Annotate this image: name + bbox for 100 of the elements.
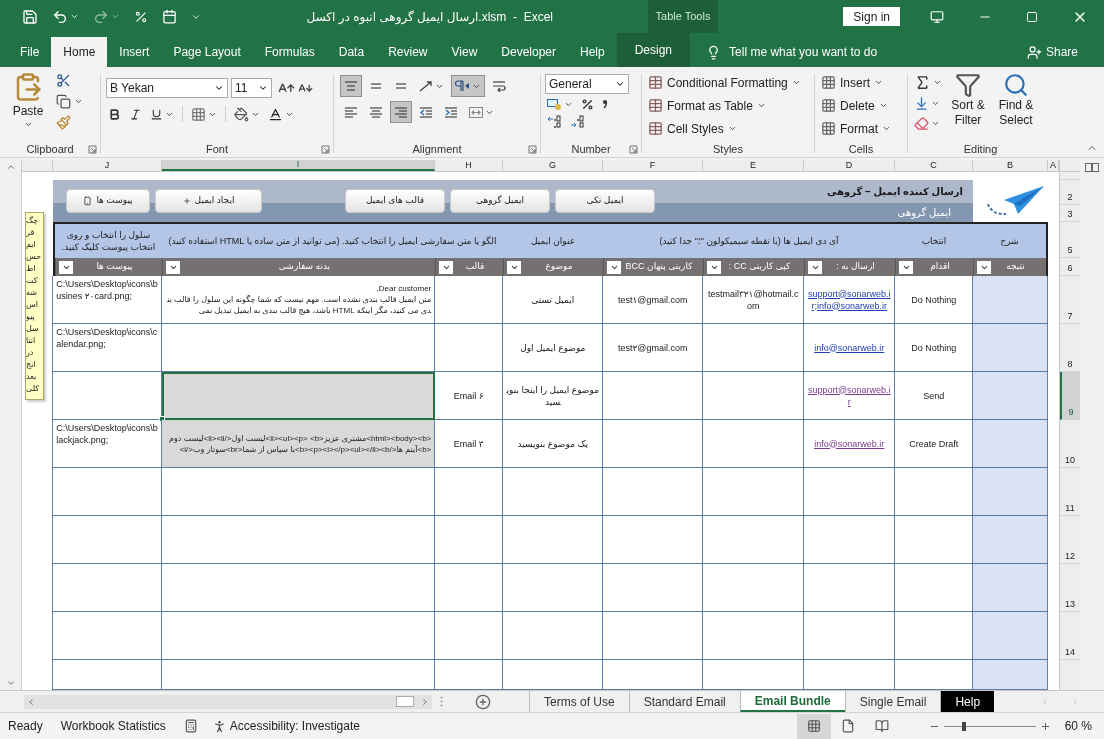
vertical-scrollbar[interactable] [0,160,22,690]
column-header[interactable]: D [804,160,895,171]
sheet-button[interactable]: پیوست ها [66,189,150,213]
dialog-launcher-icon[interactable] [321,145,330,154]
ribbon-tab[interactable]: Developer [489,37,568,67]
percent-icon[interactable] [134,9,148,24]
underline-icon[interactable] [150,107,163,121]
ribbon-tab[interactable]: Review [376,37,440,67]
borders-icon[interactable] [191,106,206,122]
eraser-icon[interactable] [914,116,929,131]
email-link[interactable]: support@sonarweb.ir;info@sonarweb.ir [807,287,892,312]
italic-icon[interactable] [129,107,142,121]
cells-menu-button[interactable]: Format [821,119,901,138]
zoom-level[interactable]: 60 % [1064,717,1092,735]
scroll-down-icon[interactable] [5,678,16,688]
split-icon[interactable] [1085,163,1099,172]
workbook-statistics[interactable]: Workbook Statistics [60,717,166,735]
alignment-button[interactable] [451,75,485,97]
caret-icon[interactable] [931,119,940,128]
font-size-dropdown[interactable]: 11 [231,78,272,98]
ribbon-tab[interactable]: Formulas [252,37,327,67]
number-format-dropdown[interactable]: General [545,74,629,94]
caret-icon[interactable] [933,78,942,87]
column-header[interactable]: F [603,160,703,171]
paste-button[interactable]: Paste [6,70,50,141]
horizontal-scrollbar[interactable] [24,694,432,709]
cells-menu-button[interactable]: Delete [821,96,901,115]
caret-icon[interactable] [756,101,766,110]
ribbon-display-icon[interactable] [930,9,944,24]
sheet-button[interactable]: ایمیل گروهی [450,189,550,213]
undo-icon[interactable] [52,8,68,25]
font-name-dropdown[interactable]: B Yekan [106,78,228,98]
caret-icon[interactable] [258,83,268,93]
copy-icon[interactable] [56,94,71,109]
brush-icon[interactable] [56,115,71,130]
percent-icon[interactable] [581,98,594,111]
fill-color-icon[interactable] [234,106,249,122]
ribbon-tab[interactable]: Data [326,37,377,67]
sheet-tab[interactable]: Email Bundle [739,691,845,712]
email-link[interactable]: support@sonarweb.ir [807,383,892,408]
caret-icon[interactable] [23,120,33,129]
sheet-button[interactable]: قالب های ایمیل [345,189,445,213]
save-icon[interactable] [22,8,38,25]
find-select-button[interactable]: Find & Select [994,72,1038,141]
ribbon-tab[interactable]: Page Layout [161,37,253,67]
sheet-button[interactable]: ایجاد ایمیل [155,189,262,213]
caret-icon[interactable] [931,99,940,108]
caret-icon[interactable] [74,97,83,106]
column-header[interactable]: J [53,160,162,171]
styles-menu-button[interactable]: Format as Table [648,96,808,115]
caret-icon[interactable] [564,100,573,109]
ribbon-tab[interactable]: File [8,37,52,67]
styles-menu-button[interactable]: Conditional Formatting [648,73,808,92]
caret-icon[interactable] [214,83,224,93]
caret-icon[interactable] [791,78,801,87]
column-header[interactable]: B [973,160,1048,171]
email-link[interactable]: info@sonarweb.ir [814,341,885,354]
ribbon-tab[interactable]: Design [616,33,691,67]
scroll-up-icon[interactable] [5,162,16,172]
scroll-left-icon[interactable] [26,696,36,707]
redo-icon[interactable] [93,8,109,25]
fill-down-icon[interactable] [914,96,929,111]
ribbon-tab[interactable]: Insert [107,37,162,67]
alignment-button[interactable] [340,75,362,97]
decrease-decimal-icon[interactable] [570,115,585,128]
accessibility-status[interactable]: Accessibility: Investigate [229,717,360,735]
drag-handle-icon[interactable] [440,696,443,707]
maximize-icon[interactable] [1026,10,1038,23]
dialog-launcher-icon[interactable] [528,145,537,154]
dialog-launcher-icon[interactable] [88,145,97,154]
increase-decimal-icon[interactable] [547,115,562,128]
caret-icon[interactable] [70,12,79,21]
caret-icon[interactable] [615,79,625,89]
caret-icon[interactable] [878,101,888,110]
ribbon-tab[interactable]: Help [568,37,617,67]
caret-icon[interactable] [874,78,883,87]
view-button[interactable] [796,713,831,739]
column-header[interactable]: C [895,160,973,171]
sheet-button[interactable]: ایمیل تکی [555,189,655,213]
sheet-tab[interactable]: Help [940,691,995,712]
font-color-icon[interactable] [268,106,283,122]
column-header[interactable]: G [503,160,603,171]
ribbon-tab[interactable]: Home [51,37,108,67]
row-header[interactable]: 9 [1060,372,1080,420]
ribbon-tab[interactable]: View [439,37,490,67]
column-header[interactable]: I [162,160,435,171]
styles-menu-button[interactable]: Cell Styles [648,119,808,138]
caret-icon[interactable] [882,124,891,133]
calendar-icon[interactable] [162,9,177,24]
sign-in-button[interactable]: Sign in [843,7,900,26]
scissors-icon[interactable] [56,73,71,88]
dialog-launcher-icon[interactable] [629,145,638,154]
column-header[interactable]: E [703,160,804,171]
tell-me-search[interactable]: Tell me what you want to do [729,43,878,61]
alignment-button[interactable] [390,101,412,123]
zoom-in-icon[interactable] [1039,720,1051,732]
bold-icon[interactable] [108,107,121,121]
share-button[interactable]: Share [1026,37,1104,67]
caret-icon[interactable] [727,124,737,133]
sort-filter-button[interactable]: Sort & Filter [948,72,988,141]
